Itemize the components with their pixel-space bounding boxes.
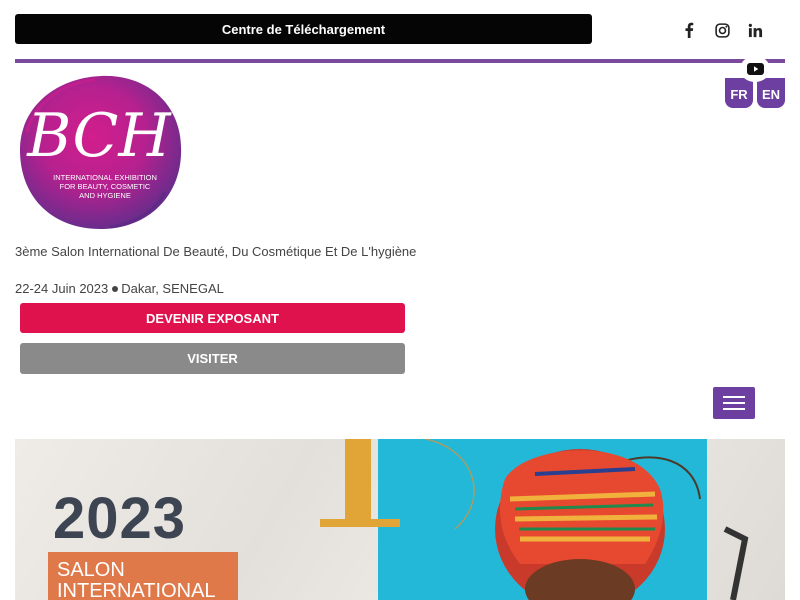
svg-text:INTERNATIONAL EXHIBITION: INTERNATIONAL EXHIBITION — [53, 173, 157, 182]
hero-banner: 2023 SALON INTERNATIONAL — [15, 439, 785, 600]
facebook-icon[interactable] — [677, 18, 701, 42]
hero-headline: SALON INTERNATIONAL — [57, 559, 216, 600]
event-location: Dakar, SENEGAL — [121, 281, 224, 296]
header-divider — [15, 59, 785, 63]
linkedin-icon[interactable] — [743, 18, 767, 42]
language-fr-tab[interactable]: FR — [725, 78, 753, 108]
download-center-button[interactable]: Centre de Téléchargement — [15, 14, 592, 44]
bch-logo[interactable]: BCH INTERNATIONAL EXHIBITION FOR BEAUTY,… — [15, 72, 187, 232]
language-en-tab[interactable]: EN — [757, 78, 785, 108]
hamburger-menu-icon[interactable] — [713, 387, 755, 419]
youtube-icon[interactable] — [740, 56, 770, 82]
hero-decoration — [320, 439, 749, 600]
event-tagline: 3ème Salon International De Beauté, Du C… — [15, 244, 417, 259]
separator-dot — [112, 286, 119, 293]
hero-year: 2023 — [53, 486, 187, 551]
instagram-icon[interactable] — [710, 18, 734, 42]
logo-letters: BCH — [26, 101, 172, 171]
event-dates: 22-24 Juin 2023 — [15, 281, 109, 296]
become-exhibitor-button[interactable]: DEVENIR EXPOSANT — [20, 303, 405, 333]
svg-text:AND HYGIENE: AND HYGIENE — [79, 191, 131, 200]
svg-text:FOR BEAUTY, COSMETIC: FOR BEAUTY, COSMETIC — [60, 182, 151, 191]
visit-button[interactable]: VISITER — [20, 343, 405, 374]
event-dateline: 22-24 Juin 2023 Dakar, SENEGAL — [15, 281, 224, 296]
